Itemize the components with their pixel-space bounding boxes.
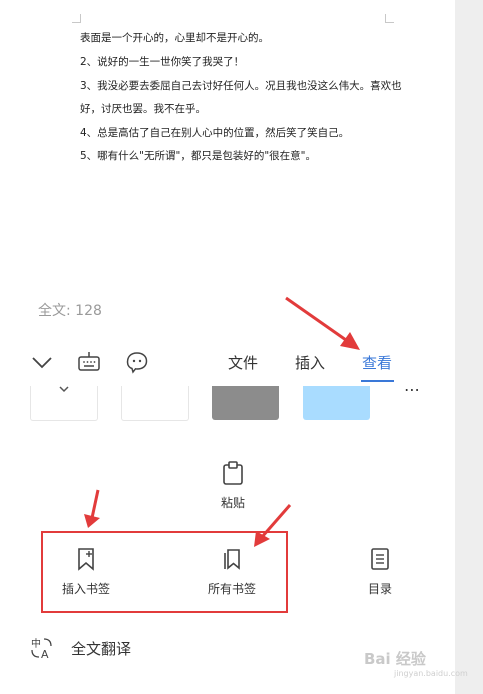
style-thumbnail[interactable] <box>30 386 98 421</box>
voice-assistant-icon[interactable] <box>125 350 149 374</box>
active-tab-indicator <box>361 380 394 382</box>
style-thumbnail-gray[interactable] <box>212 386 279 420</box>
watermark-subtext: jingyan.baidu.com <box>394 669 468 678</box>
contents-button[interactable]: 目录 <box>355 547 405 597</box>
document-line: 好，讨厌也罢。我不在乎。 <box>80 103 206 115</box>
right-edge-strip <box>455 0 483 694</box>
page-corner-mark <box>385 14 394 23</box>
annotation-arrow <box>285 296 360 350</box>
clipboard-icon <box>223 461 243 485</box>
watermark-logo: Bai 经验 jingyan.baidu.com <box>364 648 468 678</box>
bottom-toolbar: 文件 插入 查看 <box>0 338 455 386</box>
svg-text:中: 中 <box>31 637 41 650</box>
paste-button[interactable]: 粘贴 <box>212 461 254 511</box>
document-line: 5、哪有什么"无所谓"，都只是包装好的"很在意"。 <box>80 150 316 162</box>
chevron-down-icon[interactable] <box>30 350 54 374</box>
svg-text:A: A <box>41 648 49 660</box>
keyboard-icon[interactable] <box>77 350 101 374</box>
table-of-contents-icon <box>371 548 389 570</box>
tab-view[interactable]: 查看 <box>362 352 392 373</box>
style-thumbnail-strip: ⋯ <box>0 380 455 422</box>
contents-label: 目录 <box>367 582 392 596</box>
document-line: 2、说好的一生一世你笑了我哭了！ <box>80 56 245 68</box>
page-corner-mark <box>72 14 81 23</box>
document-line: 4、总是高估了自己在别人心中的位置，然后笑了笑自己。 <box>80 127 350 139</box>
style-thumbnail-blue[interactable] <box>303 386 370 420</box>
annotation-arrow <box>84 489 100 528</box>
style-thumbnail[interactable] <box>121 386 189 421</box>
annotation-arrow <box>254 504 292 547</box>
translate-label: 全文翻译 <box>71 640 132 658</box>
more-icon[interactable]: ⋯ <box>404 380 421 399</box>
word-count: 全文: 128 <box>38 303 102 319</box>
translate-icon: 中 A <box>30 636 54 664</box>
paste-label: 粘贴 <box>220 496 245 510</box>
document-page[interactable]: 表面是一个开心的，心里却不是开心的。 2、说好的一生一世你笑了我哭了！ 3、我没… <box>0 0 455 338</box>
document-line: 表面是一个开心的，心里却不是开心的。 <box>80 32 269 44</box>
document-line: 3、我没必要去委屈自己去讨好任何人。况且我也没这么伟大。喜欢也 <box>80 80 402 92</box>
watermark-text: Bai 经验 <box>364 650 426 668</box>
tab-file[interactable]: 文件 <box>228 352 258 373</box>
